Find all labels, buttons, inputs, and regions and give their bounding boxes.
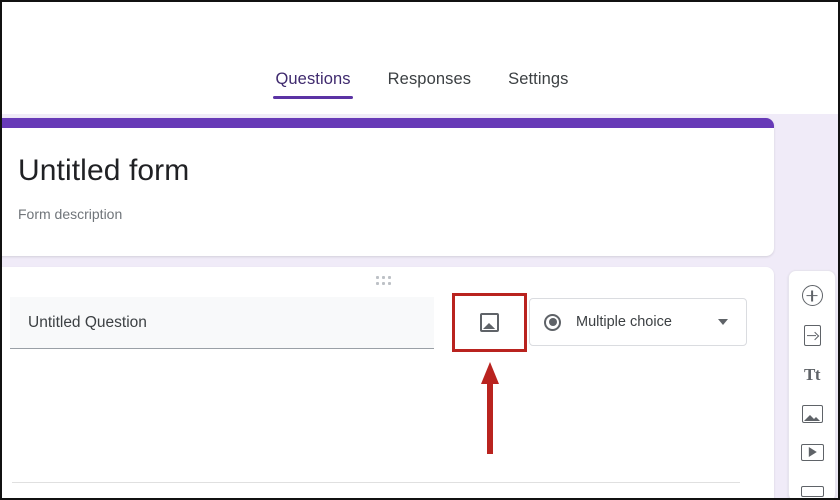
question-type-label: Multiple choice [576, 314, 672, 330]
add-image-icon [801, 404, 823, 423]
toolbar-import-questions[interactable] [800, 325, 824, 346]
image-icon [480, 313, 499, 332]
chevron-down-icon [718, 319, 728, 325]
tab-questions-label: Questions [275, 70, 351, 88]
form-header-card[interactable]: Untitled form Form description [2, 118, 774, 256]
toolbar-add-title[interactable]: Tt [800, 365, 824, 385]
side-toolbar: Tt [788, 270, 836, 498]
toolbar-add-image[interactable] [800, 404, 824, 424]
form-title[interactable]: Untitled form [18, 154, 774, 188]
tab-settings-label: Settings [508, 70, 569, 88]
import-questions-icon [803, 325, 821, 346]
add-section-icon [800, 485, 824, 497]
tab-questions[interactable]: Questions [273, 70, 353, 99]
radio-filled-icon [544, 313, 561, 331]
question-type-select[interactable]: Multiple choice [529, 298, 747, 346]
image-button[interactable] [452, 293, 527, 352]
toolbar-add-question[interactable] [800, 285, 824, 306]
add-question-icon [801, 285, 823, 306]
tab-responses[interactable]: Responses [386, 70, 473, 99]
question-title-text: Untitled Question [28, 313, 147, 331]
title-and-description-icon: Tt [804, 365, 821, 385]
tab-settings[interactable]: Settings [506, 70, 570, 99]
add-video-icon [800, 443, 824, 461]
drag-handle-icon[interactable] [376, 276, 394, 287]
tab-responses-label: Responses [387, 70, 472, 88]
card-divider [12, 482, 740, 483]
toolbar-add-section[interactable] [800, 481, 824, 498]
top-bar: Questions Responses Settings [2, 2, 838, 114]
up-arrow-annotation [481, 362, 499, 454]
question-title-input[interactable]: Untitled Question [10, 297, 434, 349]
form-description[interactable]: Form description [18, 206, 774, 222]
accent-bar [2, 118, 774, 128]
toolbar-add-video[interactable] [800, 443, 824, 463]
forms-editor-screen: Questions Responses Settings Untitled fo… [0, 0, 840, 500]
tab-bar: Questions Responses Settings [2, 70, 838, 99]
